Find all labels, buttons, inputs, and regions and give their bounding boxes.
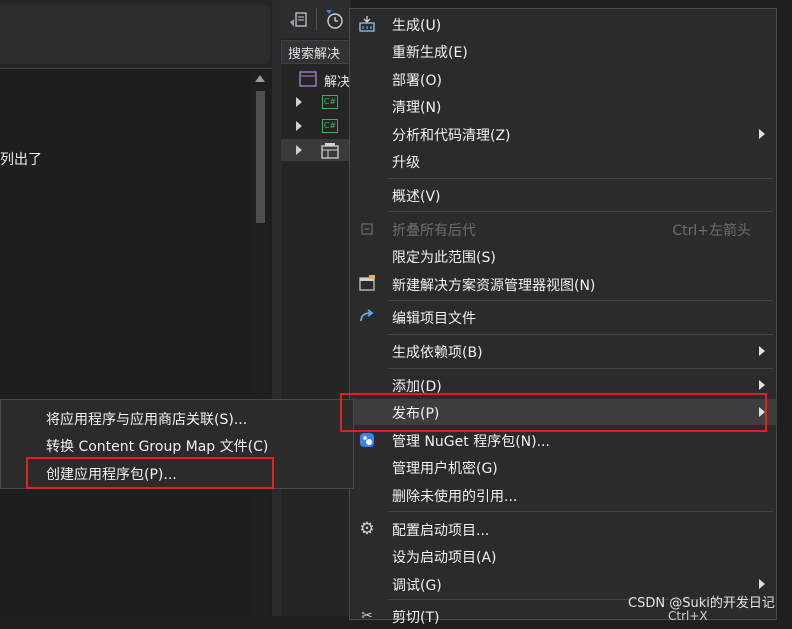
menu-item-shortcut: Ctrl+左箭头 [672,223,751,239]
menu-item-label: 折叠所有后代 [392,223,476,239]
menu-item-build-dependencies[interactable]: 生成依赖项(B) [349,338,777,364]
pending-changes-clock-icon[interactable] [325,9,345,31]
new-view-icon [359,275,375,291]
submenu-item-label: 转换 Content Group Map 文件(C) [46,439,269,455]
scrollbar-thumb[interactable] [256,91,265,223]
pane-divider[interactable] [272,0,281,616]
menu-item-label: 分析和代码清理(Z) [392,128,511,144]
menu-item-label: 限定为此范围(S) [392,250,496,266]
menu-item-label: 设为启动项目(A) [392,550,497,566]
tree-row-project-2[interactable]: C# [281,115,351,137]
expand-arrow-icon[interactable] [296,145,302,155]
nuget-icon [360,433,374,447]
menu-item-clean[interactable]: 清理(N) [349,93,777,119]
menu-item-set-startup[interactable]: 设为启动项目(A) [349,543,777,569]
menu-item-collapse-all: 折叠所有后代 Ctrl+左箭头 [349,216,777,242]
solution-icon [299,71,317,87]
csharp-project-icon: C# [322,95,338,109]
menu-item-label: 剪切(T) [392,610,440,626]
scroll-up-arrow-icon[interactable] [255,75,265,82]
editor-header-panel [0,4,270,64]
menu-item-remove-unused-references[interactable]: 删除未使用的引用... [349,482,777,508]
submenu-arrow-icon [759,346,765,356]
tree-row-package-project[interactable] [281,139,351,161]
submenu-item-associate-store[interactable]: 将应用程序与应用商店关联(S)... [1,404,353,431]
menu-item-label: 部署(O) [392,73,442,89]
menu-item-label: 清理(N) [392,100,442,116]
menu-item-configure-startup[interactable]: ⚙ 配置启动项目... [349,516,777,542]
vs-sync-icon[interactable] [289,10,309,30]
solution-explorer-toolbar [281,0,351,38]
menu-item-overview[interactable]: 概述(V) [349,182,777,208]
menu-item-upgrade[interactable]: 升级 [349,148,777,174]
cut-shortcut-partial: Ctrl+X [668,609,708,623]
menu-separator [388,211,773,212]
collapse-icon [361,223,373,235]
submenu-arrow-icon [759,579,765,589]
menu-item-label: 新建解决方案资源管理器视图(N) [392,278,596,294]
build-icon [359,16,375,32]
gear-icon: ⚙ [359,519,375,539]
menu-item-build[interactable]: 生成(U) [349,11,777,37]
menu-item-label: 生成(U) [392,18,442,34]
menu-item-label: 生成依赖项(B) [392,345,483,361]
menu-item-scope-to-this[interactable]: 限定为此范围(S) [349,243,777,269]
solution-label: 解决 [324,75,351,90]
menu-item-label: 调试(G) [392,578,442,594]
menu-item-label: 删除未使用的引用... [392,489,518,505]
menu-item-label: 编辑项目文件 [392,311,476,327]
menu-item-manage-user-secrets[interactable]: 管理用户机密(G) [349,454,777,480]
tree-row-project-1[interactable]: C# [281,91,351,113]
menu-item-label: 配置启动项目... [392,523,490,539]
highlight-box-publish [340,393,767,432]
expand-arrow-icon[interactable] [296,121,302,131]
toolbar-separator [316,8,317,30]
menu-item-label: 升级 [392,155,420,171]
menu-item-label: 概述(V) [392,189,441,205]
menu-item-label: 重新生成(E) [392,45,468,61]
submenu-arrow-icon [759,129,765,139]
submenu-arrow-icon [759,380,765,390]
scissors-icon: ✂ [361,608,373,624]
edit-redo-icon [360,309,374,322]
submenu-item-label: 将应用程序与应用商店关联(S)... [46,412,248,428]
highlight-box-create-package [26,457,274,489]
menu-item-label: 管理用户机密(G) [392,461,498,477]
package-project-icon [321,143,339,159]
menu-item-analyze[interactable]: 分析和代码清理(Z) [349,121,777,147]
menu-item-label: 管理 NuGet 程序包(N)... [392,434,550,450]
menu-separator [388,368,773,369]
menu-item-new-explorer-view[interactable]: 新建解决方案资源管理器视图(N) [349,271,777,297]
menu-separator [388,511,773,512]
menu-separator [388,334,773,335]
editor-pane [0,0,272,616]
menu-separator [388,300,773,301]
menu-item-deploy[interactable]: 部署(O) [349,66,777,92]
menu-item-edit-project-file[interactable]: 编辑项目文件 [349,304,777,330]
csharp-project-icon: C# [322,119,338,133]
submenu-item-convert-content-group-map[interactable]: 转换 Content Group Map 文件(C) [1,431,353,458]
solution-search-placeholder: 搜索解决 [288,47,341,62]
editor-text: 列出了 [0,152,42,168]
tree-row-solution[interactable]: 解决 [281,68,351,90]
expand-arrow-icon[interactable] [296,97,302,107]
menu-separator [388,178,773,179]
menu-item-rebuild[interactable]: 重新生成(E) [349,38,777,64]
